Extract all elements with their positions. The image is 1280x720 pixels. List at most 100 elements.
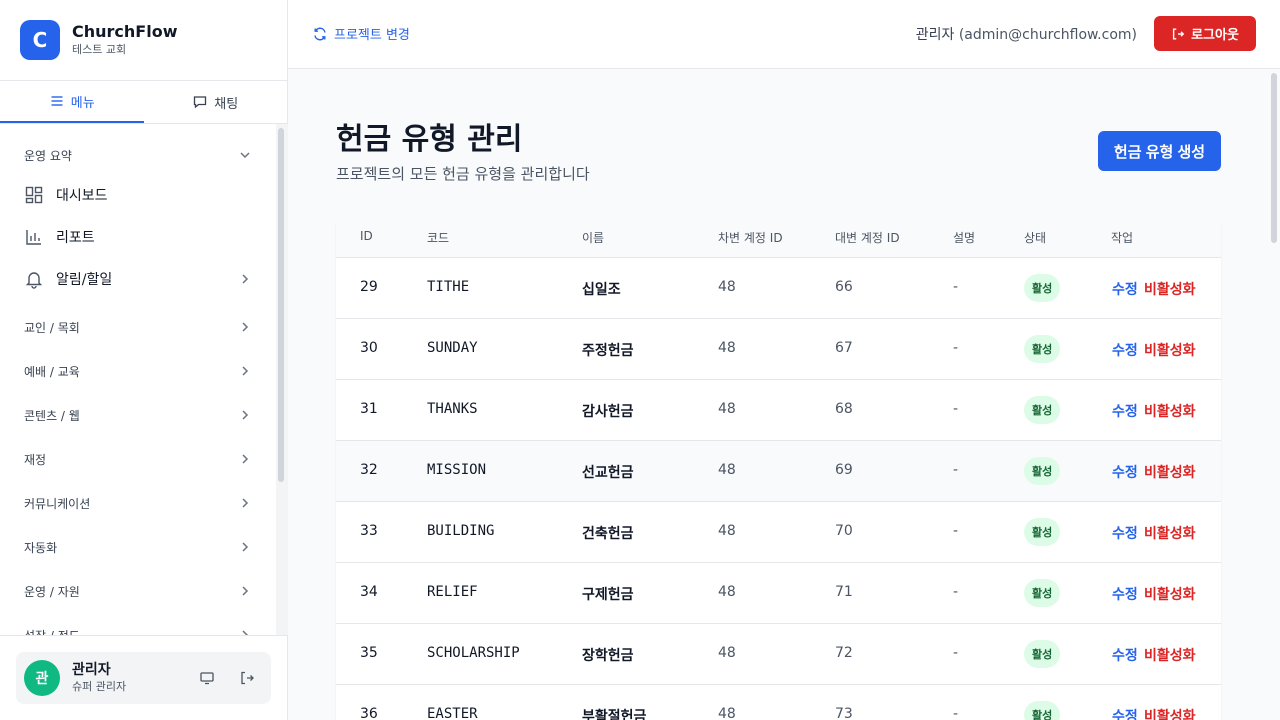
chart-icon — [26, 230, 41, 245]
edit-button[interactable]: 수정 — [1112, 401, 1138, 421]
section-worship[interactable]: 예배 / 교육 — [24, 361, 252, 381]
section-label: 교인 / 목회 — [24, 320, 80, 335]
sidebar-scroll-thumb[interactable] — [278, 128, 284, 482]
column-header[interactable]: ID — [360, 229, 373, 243]
switch-project-label: 프로젝트 변경 — [334, 28, 410, 43]
column-header[interactable]: 상태 — [1024, 229, 1046, 246]
cell-debit-account: 48 — [718, 401, 736, 417]
section-label: 성장 / 전도 — [24, 627, 80, 636]
main-scrollbar[interactable] — [1268, 69, 1280, 720]
column-header[interactable]: 작업 — [1111, 229, 1133, 246]
cell-id: 34 — [360, 584, 378, 600]
cell-name: 선교헌금 — [582, 465, 634, 481]
chevron-right-icon — [242, 542, 249, 552]
cell-id: 30 — [360, 340, 378, 356]
monitor-icon[interactable] — [199, 670, 215, 686]
table-row[interactable]: 36 EASTER 부활절헌금 48 73 - 활성 수정 비활성화 — [336, 685, 1221, 720]
sidebar-item-alerts[interactable]: 알림/할일 — [24, 265, 252, 293]
section-communication[interactable]: 커뮤니케이션 — [24, 493, 252, 513]
chevron-right-icon — [242, 630, 249, 635]
topbar: 프로젝트 변경 관리자 (admin@churchflow.com) 로그아웃 — [288, 0, 1280, 69]
edit-button[interactable]: 수정 — [1112, 645, 1138, 665]
chevron-right-icon — [242, 410, 249, 420]
table-row[interactable]: 35 SCHOLARSHIP 장학헌금 48 72 - 활성 수정 비활성화 — [336, 624, 1221, 685]
cell-debit-account: 48 — [718, 523, 736, 539]
deactivate-button[interactable]: 비활성화 — [1144, 706, 1196, 720]
tab-chat[interactable]: 채팅 — [144, 81, 288, 123]
status-badge: 활성 — [1024, 335, 1061, 363]
table-row[interactable]: 29 TITHE 십일조 48 66 - 활성 수정 비활성화 — [336, 258, 1221, 319]
logout-icon[interactable] — [239, 670, 255, 686]
cell-id: 31 — [360, 401, 378, 417]
user-role: 슈퍼 관리자 — [72, 680, 127, 693]
column-header[interactable]: 이름 — [582, 229, 604, 246]
logout-button[interactable]: 로그아웃 — [1154, 16, 1256, 51]
brand-logo[interactable]: C — [20, 20, 60, 60]
table-row[interactable]: 31 THANKS 감사헌금 48 68 - 활성 수정 비활성화 — [336, 380, 1221, 441]
table-row[interactable]: 33 BUILDING 건축헌금 48 70 - 활성 수정 비활성화 — [336, 502, 1221, 563]
status-badge: 활성 — [1024, 274, 1061, 302]
cell-debit-account: 48 — [718, 279, 736, 295]
section-finance[interactable]: 재정 — [24, 449, 252, 469]
tab-menu-label: 메뉴 — [70, 95, 95, 111]
sidebar-item-dashboard[interactable]: 대시보드 — [24, 181, 252, 209]
section-summary[interactable]: 운영 요약 — [24, 145, 252, 165]
tab-menu[interactable]: 메뉴 — [0, 81, 144, 123]
status-badge: 활성 — [1024, 701, 1061, 720]
section-automation[interactable]: 자동화 — [24, 537, 252, 557]
tab-chat-label: 채팅 — [214, 96, 239, 112]
deactivate-button[interactable]: 비활성화 — [1144, 401, 1196, 421]
chevron-right-icon — [242, 586, 249, 596]
sidebar-item-reports[interactable]: 리포트 — [24, 223, 252, 251]
avatar[interactable]: 관 — [24, 660, 60, 696]
deactivate-button[interactable]: 비활성화 — [1144, 584, 1196, 604]
cell-code: RELIEF — [427, 584, 478, 600]
section-content[interactable]: 콘텐츠 / 웹 — [24, 405, 252, 425]
chevron-right-icon — [242, 322, 249, 332]
cell-description: - — [953, 706, 959, 720]
column-header[interactable]: 코드 — [427, 229, 449, 246]
cell-credit-account: 67 — [835, 340, 853, 356]
column-header[interactable]: 차변 계정 ID — [718, 229, 783, 246]
edit-button[interactable]: 수정 — [1112, 584, 1138, 604]
cell-name: 건축헌금 — [582, 526, 634, 542]
table-row[interactable]: 30 SUNDAY 주정헌금 48 67 - 활성 수정 비활성화 — [336, 319, 1221, 380]
edit-button[interactable]: 수정 — [1112, 279, 1138, 299]
cell-description: - — [953, 340, 959, 356]
admin-email: (admin@churchflow.com) — [958, 27, 1137, 43]
main-scroll-thumb[interactable] — [1271, 73, 1277, 243]
column-header[interactable]: 설명 — [953, 229, 975, 246]
section-label: 자동화 — [24, 540, 58, 555]
status-badge: 활성 — [1024, 640, 1061, 668]
switch-project-button[interactable]: 프로젝트 변경 — [312, 24, 410, 43]
sidebar-item-label: 리포트 — [56, 230, 95, 246]
section-growth[interactable]: 성장 / 전도 — [24, 625, 252, 635]
sidebar-scrollbar[interactable] — [276, 124, 288, 635]
cell-debit-account: 48 — [718, 462, 736, 478]
section-members[interactable]: 교인 / 목회 — [24, 317, 252, 337]
cell-description: - — [953, 645, 959, 661]
edit-button[interactable]: 수정 — [1112, 340, 1138, 360]
column-header[interactable]: 대변 계정 ID — [835, 229, 900, 246]
cell-name: 감사헌금 — [582, 404, 634, 420]
deactivate-button[interactable]: 비활성화 — [1144, 645, 1196, 665]
section-operations[interactable]: 운영 / 자원 — [24, 581, 252, 601]
create-offering-type-button[interactable]: 헌금 유형 생성 — [1098, 131, 1221, 171]
edit-button[interactable]: 수정 — [1112, 523, 1138, 543]
edit-button[interactable]: 수정 — [1112, 462, 1138, 482]
table-row[interactable]: 34 RELIEF 구제헌금 48 71 - 활성 수정 비활성화 — [336, 563, 1221, 624]
cell-code: TITHE — [427, 279, 470, 295]
chevron-right-icon — [242, 366, 249, 376]
edit-button[interactable]: 수정 — [1112, 706, 1138, 720]
dashboard-icon — [25, 186, 43, 204]
cell-description: - — [953, 279, 959, 295]
cell-code: BUILDING — [427, 523, 495, 539]
deactivate-button[interactable]: 비활성화 — [1144, 340, 1196, 360]
table-row[interactable]: 32 MISSION 선교헌금 48 69 - 활성 수정 비활성화 — [336, 441, 1221, 502]
brand-name: ChurchFlow — [72, 22, 178, 41]
deactivate-button[interactable]: 비활성화 — [1144, 279, 1196, 299]
sidebar-item-label: 대시보드 — [56, 188, 108, 204]
deactivate-button[interactable]: 비활성화 — [1144, 523, 1196, 543]
deactivate-button[interactable]: 비활성화 — [1144, 462, 1196, 482]
chevron-down-icon — [240, 152, 250, 159]
